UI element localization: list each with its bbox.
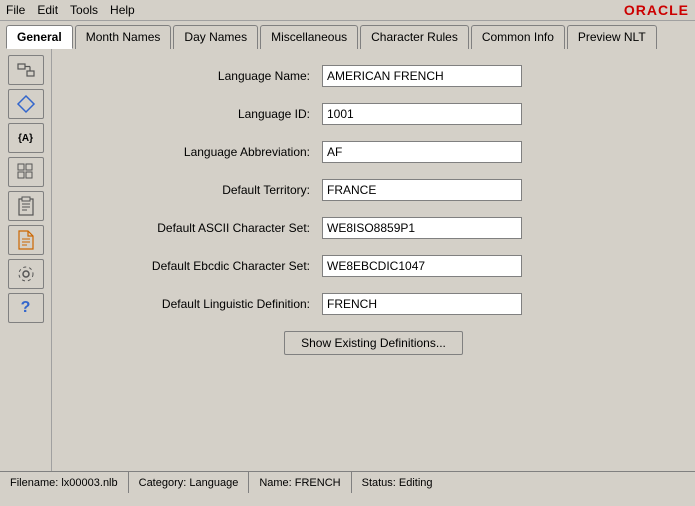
label-linguistic-def: Default Linguistic Definition: xyxy=(92,297,322,311)
tab-character-rules[interactable]: Character Rules xyxy=(360,25,469,49)
toolbar-help-btn[interactable]: ? xyxy=(8,293,44,323)
tab-month-names[interactable]: Month Names xyxy=(75,25,172,49)
toolbar-diamond-btn[interactable] xyxy=(8,89,44,119)
status-filename: Filename: lx00003.nlb xyxy=(0,472,129,493)
input-language-id[interactable] xyxy=(322,103,522,125)
show-existing-btn[interactable]: Show Existing Definitions... xyxy=(284,331,463,355)
toolbar-grid-btn[interactable] xyxy=(8,157,44,187)
form-row-linguistic-def: Default Linguistic Definition: xyxy=(92,293,655,315)
tab-general[interactable]: General xyxy=(6,25,73,49)
label-ascii-charset: Default ASCII Character Set: xyxy=(92,221,322,235)
toolbar-settings-btn[interactable] xyxy=(8,259,44,289)
content-area: Language Name: Language ID: Language Abb… xyxy=(52,49,695,471)
input-territory[interactable] xyxy=(322,179,522,201)
label-ebcdic-charset: Default Ebcdic Character Set: xyxy=(92,259,322,273)
grid-icon xyxy=(17,163,35,181)
status-editing: Status: Editing xyxy=(352,472,443,493)
menu-help[interactable]: Help xyxy=(110,3,135,17)
input-ebcdic-charset[interactable] xyxy=(322,255,522,277)
oracle-logo: ORACLE xyxy=(624,2,689,18)
menu-items: File Edit Tools Help xyxy=(6,3,135,17)
help-icon: ? xyxy=(21,299,31,317)
input-language-name[interactable] xyxy=(322,65,522,87)
tabbar: General Month Names Day Names Miscellane… xyxy=(0,21,695,49)
toolbar-document-btn[interactable] xyxy=(8,225,44,255)
form-row-ebcdic-charset: Default Ebcdic Character Set: xyxy=(92,255,655,277)
diamond-icon xyxy=(16,94,36,114)
input-ascii-charset[interactable] xyxy=(322,217,522,239)
document-icon xyxy=(18,230,34,250)
form-row-ascii-charset: Default ASCII Character Set: xyxy=(92,217,655,239)
main-layout: {A} xyxy=(0,49,695,471)
form-row-language-name: Language Name: xyxy=(92,65,655,87)
form-row-language-id: Language ID: xyxy=(92,103,655,125)
variable-icon: {A} xyxy=(18,133,33,144)
connect-icon xyxy=(16,60,36,80)
input-linguistic-def[interactable] xyxy=(322,293,522,315)
status-name: Name: FRENCH xyxy=(249,472,351,493)
label-territory: Default Territory: xyxy=(92,183,322,197)
form-row-territory: Default Territory: xyxy=(92,179,655,201)
tab-miscellaneous[interactable]: Miscellaneous xyxy=(260,25,358,49)
toolbar-clipboard-btn[interactable] xyxy=(8,191,44,221)
toolbar-variable-btn[interactable]: {A} xyxy=(8,123,44,153)
toolbar-connect-btn[interactable] xyxy=(8,55,44,85)
menu-edit[interactable]: Edit xyxy=(37,3,58,17)
label-language-name: Language Name: xyxy=(92,69,322,83)
label-language-abbr: Language Abbreviation: xyxy=(92,145,322,159)
label-language-id: Language ID: xyxy=(92,107,322,121)
menu-tools[interactable]: Tools xyxy=(70,3,98,17)
statusbar: Filename: lx00003.nlb Category: Language… xyxy=(0,471,695,493)
status-category: Category: Language xyxy=(129,472,250,493)
clipboard-icon xyxy=(17,196,35,216)
settings-icon xyxy=(16,264,36,284)
input-language-abbr[interactable] xyxy=(322,141,522,163)
tab-preview-nlt[interactable]: Preview NLT xyxy=(567,25,657,49)
menubar: File Edit Tools Help ORACLE xyxy=(0,0,695,21)
form-row-language-abbr: Language Abbreviation: xyxy=(92,141,655,163)
tab-day-names[interactable]: Day Names xyxy=(173,25,258,49)
tab-common-info[interactable]: Common Info xyxy=(471,25,565,49)
menu-file[interactable]: File xyxy=(6,3,25,17)
left-toolbar: {A} xyxy=(0,49,52,471)
